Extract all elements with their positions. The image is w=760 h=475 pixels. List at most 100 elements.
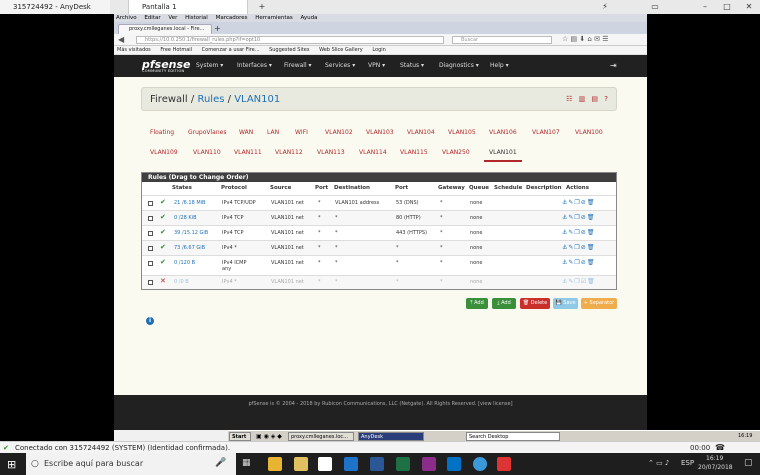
tab-vlan109[interactable]: VLAN109: [150, 149, 178, 156]
row-action-icons[interactable]: ⚓✎❐⊘🗑: [562, 214, 595, 221]
tab-vlan106[interactable]: VLAN106: [489, 129, 517, 136]
nav-status[interactable]: Status ▾: [400, 55, 424, 77]
crumb-rules[interactable]: Rules: [197, 94, 224, 105]
minimize-icon[interactable]: –: [700, 2, 710, 12]
crumb-vlan101[interactable]: VLAN101: [234, 94, 280, 105]
tab-vlan101-active[interactable]: VLAN101: [484, 149, 522, 162]
start-button[interactable]: Start: [229, 432, 251, 441]
row-states[interactable]: 73 /6.67 GiB: [174, 245, 205, 251]
menu-marcadores[interactable]: Marcadores: [216, 15, 248, 21]
menu-ver[interactable]: Ver: [168, 15, 177, 21]
nav-system[interactable]: System ▾: [196, 55, 223, 77]
notification-icon[interactable]: ▢: [744, 458, 753, 468]
tab-vlan111[interactable]: VLAN111: [234, 149, 262, 156]
table-row-disabled[interactable]: ✕ 0 /0 B IPv4 * VLAN101 net * * * * none…: [142, 275, 616, 289]
pass-check-icon[interactable]: ✔: [160, 213, 166, 221]
table-row[interactable]: ✔ 0 /28 KiB IPv4 TCP VLAN101 net * * 80 …: [142, 210, 616, 225]
row-action-icons[interactable]: ⚓✎❐⊘🗑: [562, 229, 595, 236]
system-date[interactable]: 20/07/2018: [698, 464, 733, 471]
task-anydesk[interactable]: AnyDesk: [358, 432, 424, 441]
info-icon[interactable]: i: [146, 317, 154, 325]
taskview-icon[interactable]: ▦: [242, 458, 251, 468]
block-x-icon[interactable]: ✕: [160, 277, 166, 285]
tab-vlan100[interactable]: VLAN100: [575, 129, 603, 136]
table-row[interactable]: ✔ 39 /15.12 GiB IPv4 TCP VLAN101 net * *…: [142, 225, 616, 240]
table-row[interactable]: ✔ 0 /120 B IPv4 ICMP any VLAN101 net * *…: [142, 255, 616, 275]
nav-help[interactable]: Help ▾: [490, 55, 509, 77]
tab-vlan107[interactable]: VLAN107: [532, 129, 560, 136]
bookmark-item[interactable]: Suggested Sites: [269, 47, 309, 53]
row-action-icons[interactable]: ⚓✎❐⊘🗑: [562, 199, 595, 206]
add-bottom-button[interactable]: ⤓ Add: [492, 298, 516, 309]
nav-vpn[interactable]: VPN ▾: [368, 55, 385, 77]
windows-start-icon[interactable]: ⊞: [7, 458, 16, 471]
menu-historial[interactable]: Historial: [185, 15, 208, 21]
menu-editar[interactable]: Editar: [144, 15, 160, 21]
header-tool-icons[interactable]: ☷ ▥ ▤ ?: [566, 95, 610, 103]
desktop-search-input[interactable]: Search Desktop: [466, 432, 560, 441]
save-button[interactable]: 💾 Save: [553, 298, 578, 309]
tab-vlan110[interactable]: VLAN110: [193, 149, 221, 156]
tab-vlan104[interactable]: VLAN104: [407, 129, 435, 136]
row-checkbox[interactable]: [148, 280, 153, 285]
logout-icon[interactable]: ⇥: [610, 55, 617, 77]
menu-archivo[interactable]: Archivo: [116, 15, 137, 21]
bookmark-item[interactable]: Login: [372, 47, 386, 53]
snipping-icon[interactable]: [318, 457, 332, 471]
pass-check-icon[interactable]: ✔: [160, 228, 166, 236]
teamviewer-icon[interactable]: [473, 457, 487, 471]
bookmark-item[interactable]: Free Hotmail: [160, 47, 192, 53]
windows-search-input[interactable]: ○ Escribe aquí para buscar: [26, 453, 236, 475]
row-checkbox[interactable]: [148, 231, 153, 236]
plus-icon[interactable]: +: [257, 2, 267, 12]
tab-vlan114[interactable]: VLAN114: [359, 149, 387, 156]
new-tab-icon[interactable]: +: [214, 25, 221, 33]
pfsense-logo[interactable]: pfsense COMMUNITY EDITION: [142, 58, 191, 73]
tab-vlan115[interactable]: VLAN115: [400, 149, 428, 156]
menu-ayuda[interactable]: Ayuda: [300, 15, 317, 21]
nav-interfaces[interactable]: Interfaces ▾: [237, 55, 272, 77]
row-states[interactable]: 21 /6.18 MiB: [174, 200, 206, 206]
outlook-icon[interactable]: [447, 457, 461, 471]
nav-firewall[interactable]: Firewall ▾: [284, 55, 312, 77]
row-checkbox[interactable]: [148, 246, 153, 251]
tray-icons[interactable]: ⌃ ▭ ♪: [648, 459, 669, 467]
pass-check-icon[interactable]: ✔: [160, 198, 166, 206]
tab-grupovlanes[interactable]: GrupoVlanes: [188, 129, 226, 136]
add-top-button[interactable]: ⤒ Add: [466, 298, 488, 309]
row-checkbox[interactable]: [148, 261, 153, 266]
pass-check-icon[interactable]: ✔: [160, 258, 166, 266]
tab-vlan103[interactable]: VLAN103: [366, 129, 394, 136]
language-indicator[interactable]: ESP: [681, 459, 694, 467]
row-states[interactable]: 39 /15.12 GiB: [174, 230, 208, 236]
delete-button[interactable]: 🗑 Delete: [520, 298, 550, 309]
anydesk-taskbar-icon[interactable]: [497, 457, 511, 471]
row-checkbox[interactable]: [148, 216, 153, 221]
tab-wan[interactable]: WAN: [239, 129, 253, 136]
close-icon[interactable]: ✕: [744, 2, 754, 12]
lightning-icon[interactable]: ⚡: [600, 2, 610, 12]
word-icon[interactable]: [370, 457, 384, 471]
tab-vlan113[interactable]: VLAN113: [317, 149, 345, 156]
microphone-icon[interactable]: 🎤: [215, 458, 226, 468]
search-input[interactable]: Buscar: [452, 36, 552, 44]
chrome-icon[interactable]: [268, 457, 282, 471]
row-states[interactable]: 0 /0 B: [174, 279, 189, 285]
restore-icon[interactable]: ▭: [650, 2, 660, 12]
explorer-icon[interactable]: [294, 457, 308, 471]
onenote-icon[interactable]: [422, 457, 436, 471]
row-states[interactable]: 0 /28 KiB: [174, 215, 197, 221]
bookmark-item[interactable]: Comenzar a usar Fire...: [202, 47, 260, 53]
edge-icon[interactable]: [344, 457, 358, 471]
row-checkbox[interactable]: [148, 201, 153, 206]
tab-lan[interactable]: LAN: [267, 129, 279, 136]
toolbar-icons[interactable]: ☆ ▤ ⬇ ⌂ ✉ ☰: [562, 35, 608, 43]
row-action-icons[interactable]: ⚓✎❐⊘🗑: [562, 259, 595, 266]
anydesk-session-tab[interactable]: 315724492 - AnyDesk: [0, 0, 110, 14]
maximize-icon[interactable]: □: [722, 2, 732, 12]
nav-diagnostics[interactable]: Diagnostics ▾: [439, 55, 479, 77]
tab-wifi[interactable]: WIFI: [295, 129, 308, 136]
table-row[interactable]: ✔ 21 /6.18 MiB IPv4 TCP/UDP VLAN101 net …: [142, 195, 616, 210]
row-states[interactable]: 0 /120 B: [174, 260, 195, 266]
bookmark-item[interactable]: Más visitados: [117, 47, 151, 53]
